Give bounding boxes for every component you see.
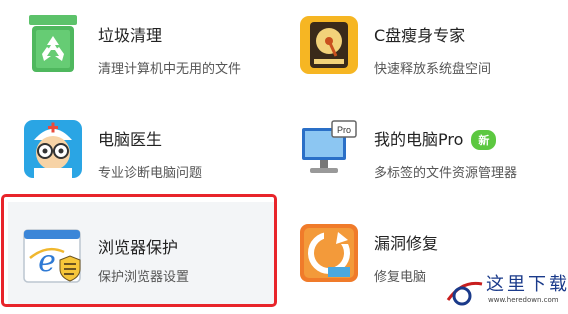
doctor-icon: [22, 118, 84, 180]
tool-description: 多标签的文件资源管理器: [374, 166, 518, 181]
browser-shield-icon: e: [22, 226, 84, 288]
tool-description: 清理计算机中无用的文件: [98, 62, 242, 77]
watermark: 这里下载 www.heredown.com: [442, 270, 568, 310]
tool-name-text: 我的电脑Pro: [374, 130, 464, 149]
new-badge: 新: [471, 130, 497, 150]
tool-name: 垃圾清理: [98, 26, 163, 45]
tool-name: 电脑医生: [98, 130, 163, 149]
watermark-text: 这里下载: [486, 274, 568, 295]
tool-name: 浏览器保护: [98, 238, 179, 257]
tool-description: 保护浏览器设置: [98, 270, 190, 285]
tool-description: 专业诊断电脑问题: [98, 166, 203, 181]
watermark-logo-icon: [446, 281, 483, 306]
tool-tile-junk-clean[interactable]: 垃圾清理 清理计算机中无用的文件: [0, 0, 280, 96]
hard-disk-icon: [298, 14, 360, 76]
tool-tile-my-computer-pro[interactable]: Pro 我的电脑Pro 新 多标签的文件资源管理器: [276, 104, 568, 200]
tool-description: 快速释放系统盘空间: [374, 62, 492, 77]
tool-name: 我的电脑Pro 新: [374, 126, 497, 150]
watermark-url: www.heredown.com: [488, 296, 559, 304]
computer-pro-icon: Pro: [298, 118, 360, 180]
tool-description: 修复电脑: [374, 270, 427, 285]
tool-tile-c-drive-slim[interactable]: C盘瘦身专家 快速释放系统盘空间: [276, 0, 568, 96]
tool-name: 漏洞修复: [374, 234, 439, 253]
svg-text:Pro: Pro: [337, 125, 351, 135]
tool-name: C盘瘦身专家: [374, 26, 466, 45]
tool-tile-pc-doctor[interactable]: 电脑医生 专业诊断电脑问题: [0, 104, 280, 200]
repair-refresh-icon: [298, 222, 360, 284]
tool-tile-browser-protect[interactable]: e 浏览器保护 保护浏览器设置: [0, 194, 280, 310]
recycle-bin-icon: [22, 14, 84, 76]
